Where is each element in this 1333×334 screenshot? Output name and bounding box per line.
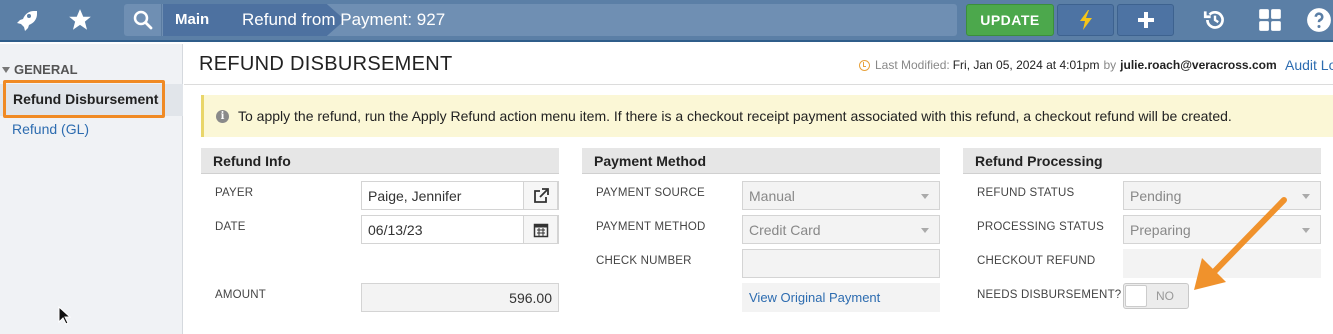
check-number-field[interactable]	[742, 249, 940, 278]
payment-method-select[interactable]: Credit Card	[742, 215, 940, 244]
breadcrumb: Main Refund from Payment: 927	[124, 4, 957, 36]
refund-status-value: Pending	[1130, 187, 1182, 204]
needs-disbursement-label: NEEDS DISBURSEMENT?	[977, 289, 1122, 301]
last-modified-label: Last Modified:	[875, 58, 950, 72]
sidebar-group-label: GENERAL	[14, 62, 78, 77]
sidebar-group-general[interactable]: GENERAL	[2, 62, 78, 77]
sidebar-item-refund-gl[interactable]: Refund (GL)	[12, 121, 89, 137]
payment-source-label: PAYMENT SOURCE	[596, 187, 705, 199]
star-icon[interactable]	[62, 0, 98, 40]
last-modified: Last Modified: Fri, Jan 05, 2024 at 4:01…	[859, 58, 1277, 72]
needs-disbursement-value: NO	[1156, 289, 1174, 303]
lightning-icon	[1079, 10, 1092, 30]
amount-field[interactable]: 596.00	[361, 283, 559, 312]
processing-status-select[interactable]: Preparing	[1123, 215, 1321, 244]
date-label: DATE	[215, 221, 246, 233]
history-icon[interactable]	[1198, 0, 1232, 40]
open-payer-button[interactable]	[523, 181, 558, 210]
info-banner: i To apply the refund, run the Apply Ref…	[201, 95, 1333, 137]
modified-by-user: julie.roach@veracross.com	[1120, 58, 1277, 72]
info-banner-text: To apply the refund, run the Apply Refun…	[238, 108, 1232, 124]
grid-icon[interactable]	[1253, 0, 1287, 40]
top-bar: Main Refund from Payment: 927 UPDATE	[0, 0, 1333, 42]
date-field[interactable]: 06/13/23	[361, 215, 559, 244]
sidebar-item-refund-disbursement[interactable]: Refund Disbursement	[3, 80, 165, 118]
amount-label: AMOUNT	[215, 289, 267, 301]
needs-disbursement-toggle[interactable]: NO	[1123, 283, 1189, 309]
page-record-title: Refund from Payment: 927	[242, 10, 446, 29]
caret-down-icon	[2, 66, 10, 73]
search-button[interactable]	[124, 4, 162, 36]
payment-source-select[interactable]: Manual	[742, 181, 940, 210]
payment-method-label: PAYMENT METHOD	[596, 221, 706, 233]
payment-method-value: Credit Card	[749, 221, 821, 238]
date-picker-button[interactable]	[523, 215, 558, 244]
update-button[interactable]: UPDATE	[966, 4, 1054, 36]
checkout-refund-field	[1123, 249, 1321, 278]
view-original-payment-link[interactable]: View Original Payment	[749, 290, 880, 305]
amount-value: 596.00	[509, 289, 552, 306]
calendar-icon	[533, 223, 548, 237]
chevron-down-icon	[921, 228, 929, 233]
date-value: 06/13/23	[368, 221, 423, 238]
payment-method-panel: Payment Method PAYMENT SOURCE Manual PAY…	[582, 148, 940, 328]
chevron-down-icon	[1302, 228, 1310, 233]
refund-info-title: Refund Info	[201, 148, 559, 174]
mouse-cursor-icon	[58, 306, 72, 325]
actions-button[interactable]	[1057, 4, 1114, 36]
external-link-icon	[533, 187, 549, 203]
breadcrumb-main-label: Main	[175, 11, 210, 28]
rocket-icon[interactable]	[8, 0, 44, 40]
payment-source-value: Manual	[749, 187, 795, 204]
clock-icon	[859, 59, 870, 71]
refund-status-select[interactable]: Pending	[1123, 181, 1321, 210]
sidebar: GENERAL Refund Disbursement Refund (GL)	[0, 44, 183, 334]
toggle-knob	[1125, 285, 1147, 307]
processing-status-value: Preparing	[1130, 221, 1191, 238]
page-title: REFUND DISBURSEMENT	[199, 53, 453, 75]
check-number-label: CHECK NUMBER	[596, 255, 692, 267]
payment-method-title: Payment Method	[582, 148, 940, 174]
payer-label: PAYER	[215, 187, 254, 199]
refund-info-panel: Refund Info PAYER Paige, Jennifer DATE 0…	[201, 148, 559, 328]
payer-value: Paige, Jennifer	[368, 187, 462, 204]
last-modified-value: Fri, Jan 05, 2024 at 4:01pm	[952, 58, 1100, 72]
checkout-refund-label: CHECKOUT REFUND	[977, 255, 1096, 267]
processing-status-label: PROCESSING STATUS	[977, 221, 1104, 233]
refund-status-label: REFUND STATUS	[977, 187, 1075, 199]
add-button[interactable]	[1117, 4, 1174, 36]
search-icon	[133, 10, 152, 30]
header-divider	[184, 84, 1333, 85]
chevron-down-icon	[1302, 194, 1310, 199]
info-icon: i	[216, 109, 229, 123]
payer-field[interactable]: Paige, Jennifer	[361, 181, 559, 210]
refund-processing-panel: Refund Processing REFUND STATUS Pending …	[963, 148, 1321, 328]
chevron-down-icon	[921, 194, 929, 199]
refund-processing-title: Refund Processing	[963, 148, 1321, 174]
help-icon[interactable]	[1306, 0, 1333, 40]
plus-icon	[1137, 12, 1154, 28]
by-label: by	[1103, 58, 1117, 72]
audit-log-link[interactable]: Audit Log	[1285, 57, 1333, 73]
